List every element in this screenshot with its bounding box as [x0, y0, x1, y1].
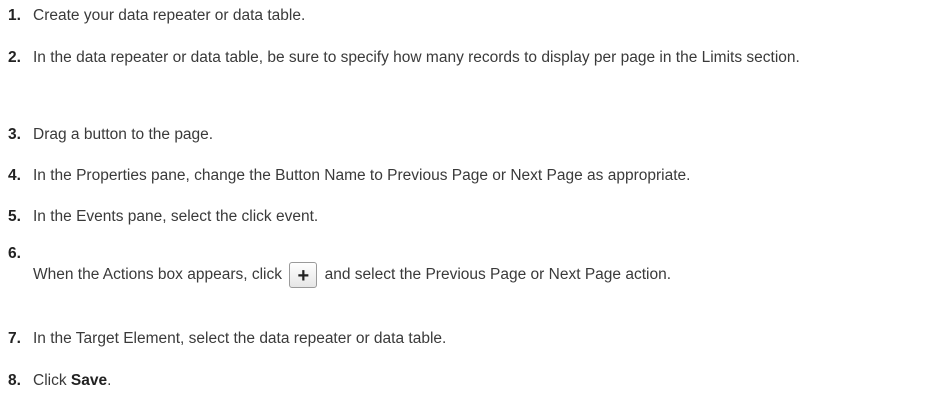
instruction-steps: 1. Create your data repeater or data tab…: [0, 0, 950, 413]
step-number: 3.: [8, 126, 21, 143]
step-text-before: Click: [33, 372, 71, 389]
step-text: Drag a button to the page.: [33, 126, 214, 143]
step-text-after: .: [107, 372, 112, 389]
step-number: 2.: [8, 49, 21, 66]
step-number: 1.: [8, 7, 21, 24]
step-text: In the Target Element, select the data r…: [33, 330, 447, 347]
step-text-before: When the Actions box appears, click: [33, 266, 282, 283]
step-6: 6. When the Actions box appears, click +…: [0, 242, 950, 302]
step-text: Click Save.: [33, 369, 111, 393]
step-text: In the Properties pane, change the Butto…: [33, 167, 691, 184]
step-number: 5.: [8, 208, 21, 225]
plus-icon: +: [289, 261, 318, 288]
step-text: Create your data repeater or data table.: [33, 7, 306, 24]
step-text: In the Events pane, select the click eve…: [33, 208, 319, 225]
step-text-after: and select the Previous Page or Next Pag…: [324, 266, 671, 283]
step-number: 7.: [8, 330, 21, 347]
save-label: Save: [70, 372, 108, 389]
step-number: 6.: [8, 245, 21, 262]
step-text: In the data repeater or data table, be s…: [33, 49, 800, 66]
step-number: 4.: [8, 167, 21, 184]
step-number: 8.: [8, 372, 21, 389]
step-text: When the Actions box appears, click + an…: [33, 261, 671, 289]
